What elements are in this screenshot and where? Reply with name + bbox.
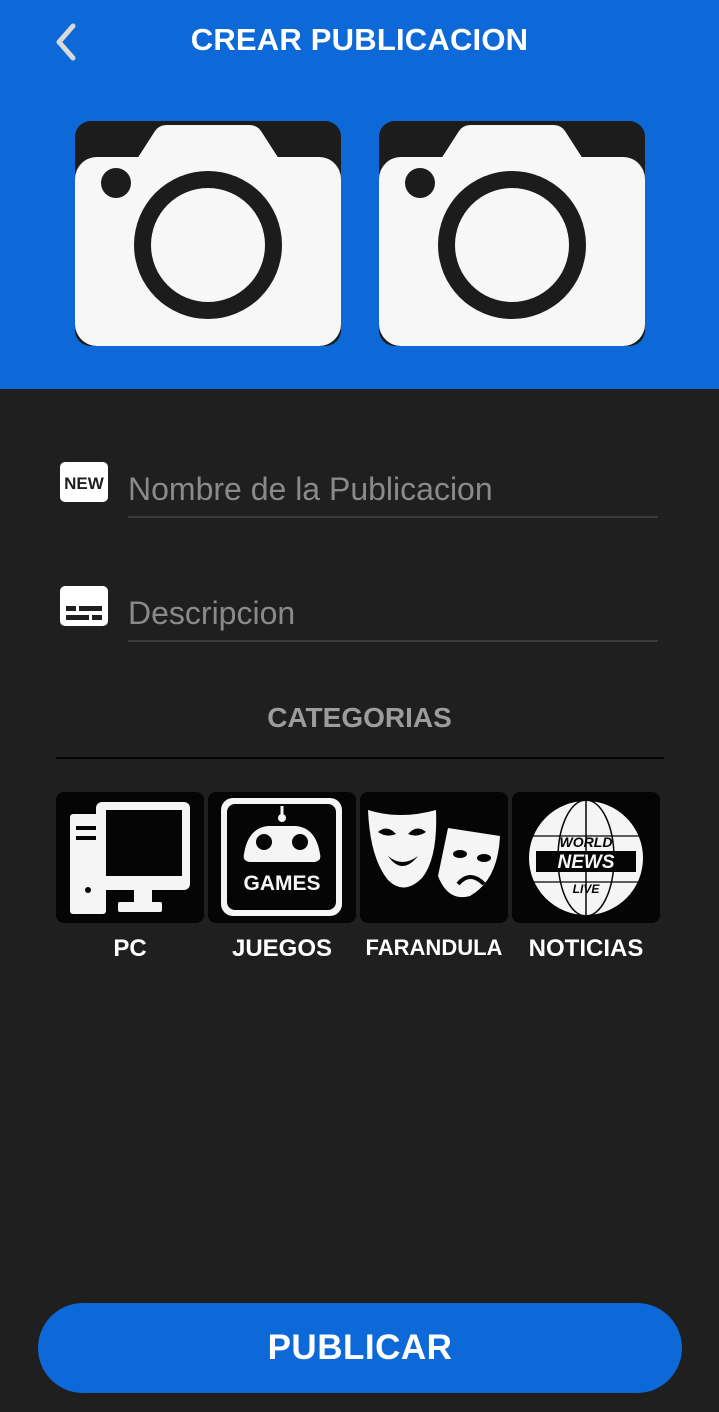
- world-news-globe-icon: WORLD NEWS LIVE: [527, 799, 645, 917]
- theater-masks-icon: [368, 810, 500, 898]
- category-label: PC: [113, 935, 147, 962]
- category-label: JUEGOS: [231, 935, 333, 962]
- svg-text:NEWS: NEWS: [558, 852, 615, 873]
- categories-divider: [56, 757, 664, 759]
- description-input[interactable]: [128, 586, 658, 642]
- publication-name-input[interactable]: [128, 462, 658, 518]
- category-label: NOTICIAS: [528, 935, 644, 962]
- camera-icon: [379, 121, 645, 346]
- svg-text:WORLD: WORLD: [560, 834, 613, 850]
- new-badge-icon: NEW: [60, 462, 108, 507]
- name-field-row: NEW: [56, 462, 658, 522]
- camera-icon: [75, 121, 341, 346]
- photo-picker-1[interactable]: [75, 121, 341, 346]
- desktop-computer-icon: [70, 802, 190, 914]
- category-farandula[interactable]: FARANDULA: [360, 792, 508, 961]
- category-pc[interactable]: PC: [56, 792, 204, 963]
- category-noticias[interactable]: WORLD NEWS LIVE NOTICIAS: [512, 792, 660, 963]
- category-label: FARANDULA: [365, 935, 503, 960]
- publish-button[interactable]: PUBLICAR: [38, 1303, 682, 1393]
- subtitles-icon: [60, 586, 108, 631]
- description-field-row: [56, 586, 658, 646]
- svg-text:NEW: NEW: [64, 474, 105, 493]
- games-controller-icon: GAMES: [221, 798, 342, 916]
- svg-text:LIVE: LIVE: [573, 882, 601, 896]
- photo-picker-2[interactable]: [379, 121, 645, 346]
- category-juegos[interactable]: GAMES JUEGOS: [208, 792, 356, 963]
- categories-title: CATEGORIAS: [267, 702, 452, 733]
- svg-text:GAMES: GAMES: [243, 872, 320, 895]
- header-bar: CREAR PUBLICACION: [0, 0, 719, 389]
- page-title: CREAR PUBLICACION: [190, 22, 529, 57]
